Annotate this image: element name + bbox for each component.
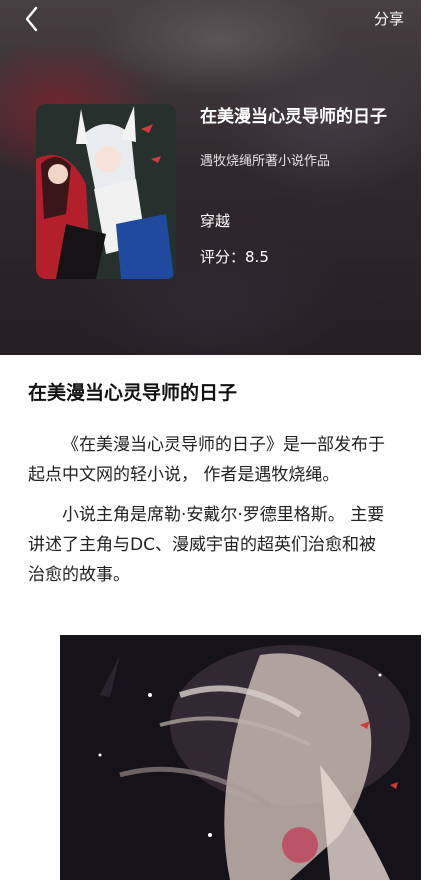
book-info: 在美漫当心灵导师的日子 遇牧烧绳所著小说作品 穿越 评分：8.5 [200,104,387,266]
rating-label: 评分： [200,248,246,266]
chevron-left-icon [25,6,38,32]
right-edge [421,0,430,880]
article-paragraph-1: 《在美漫当心灵导师的日子》是一部发布于起点中文网的轻小说， 作者是遇牧烧绳。 [28,435,385,485]
article-paragraph-2: 小说主角是席勒·安戴尔·罗德里格斯。 主要讲述了主角与DC、漫威宇宙的超英们治愈… [28,505,385,585]
rating: 评分：8.5 [200,246,269,267]
book-cover [36,104,176,279]
article-heading: 在美漫当心灵导师的日子 [28,382,238,404]
back-button[interactable] [18,4,48,34]
share-button[interactable]: 分享 [374,8,404,29]
article: 在美漫当心灵导师的日子 《在美漫当心灵导师的日子》是一部发布于起点中文网的轻小说… [28,378,388,590]
book-title: 在美漫当心灵导师的日子 [200,107,387,127]
illustration-image [60,635,421,880]
rating-value: 8.5 [245,248,269,266]
genre-tag: 穿越 [200,212,231,230]
author-line: 遇牧烧绳所著小说作品 [200,154,331,169]
